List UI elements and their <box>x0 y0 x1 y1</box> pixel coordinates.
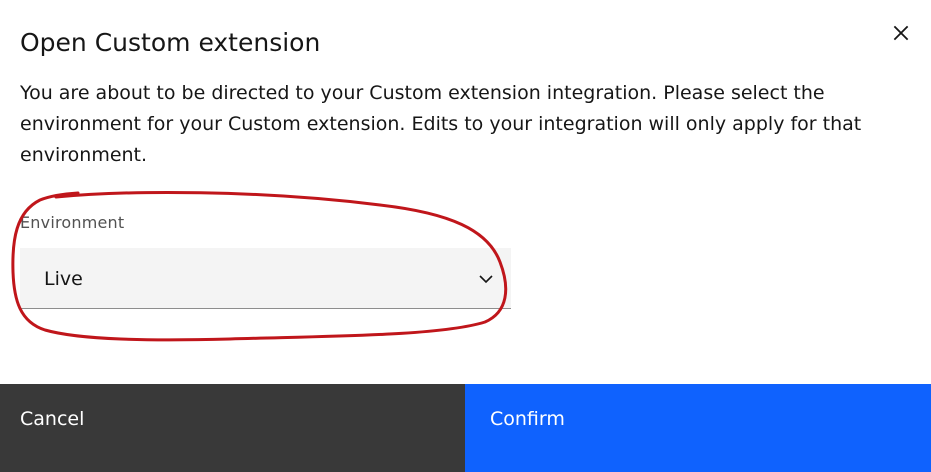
cancel-button[interactable]: Cancel <box>0 384 465 472</box>
cancel-button-label: Cancel <box>20 408 85 430</box>
close-button[interactable] <box>886 18 916 48</box>
modal-description: You are about to be directed to your Cus… <box>20 82 862 166</box>
modal-footer: Cancel Confirm <box>0 384 931 472</box>
close-icon <box>893 25 909 41</box>
chevron-down-icon <box>477 270 495 288</box>
open-custom-extension-modal: Open Custom extension You are about to b… <box>0 0 931 472</box>
environment-label: Environment <box>20 213 125 232</box>
confirm-button-label: Confirm <box>490 408 565 430</box>
environment-select[interactable]: Live <box>20 248 511 309</box>
modal-title: Open Custom extension <box>20 28 321 57</box>
environment-selected-value: Live <box>44 268 83 290</box>
confirm-button[interactable]: Confirm <box>465 384 931 472</box>
